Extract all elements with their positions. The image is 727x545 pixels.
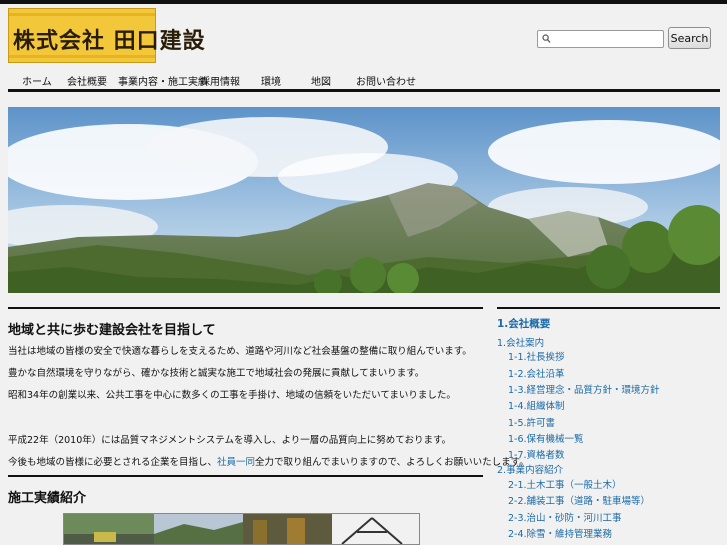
sidebar-item-license[interactable]: 1-5.許可書 [508, 415, 555, 429]
sidebar-item-snow[interactable]: 2-4.除雪・維持管理業務 [508, 526, 612, 540]
sidebar-item-history[interactable]: 1-2.会社沿革 [508, 366, 565, 380]
search-field[interactable] [537, 30, 664, 48]
sidebar-item-organization[interactable]: 1-4.組織体制 [508, 398, 565, 412]
work-photo[interactable] [332, 514, 420, 545]
nav-home[interactable]: ホーム [22, 73, 52, 88]
mountain-banner-image [8, 107, 720, 293]
search-button[interactable]: Search [668, 27, 711, 49]
magnifier-icon [542, 34, 551, 43]
sidebar-item-qualified[interactable]: 1-7.資格者数 [508, 447, 565, 461]
work-photo[interactable] [243, 514, 332, 545]
sidebar-item-policy[interactable]: 1-3.経営理念・品質方針・環境方針 [508, 382, 660, 396]
intro-paragraph-1: 当社は地域の皆様の安全で快適な暮らしを支えるため、道路や河川など社会基盤の整備に… [8, 346, 472, 357]
sidebar-item-company-guide[interactable]: 1.会社案内 [497, 335, 544, 349]
sidebar-item-business[interactable]: 2.事業内容紹介 [497, 462, 563, 476]
search-input[interactable] [554, 32, 660, 46]
nav-recruit[interactable]: 採用情報 [200, 73, 240, 88]
nav-environment[interactable]: 環境 [261, 73, 281, 88]
work-photo[interactable] [64, 514, 154, 545]
main-navigation: ホーム 会社概要 事業内容・施工実績 採用情報 環境 地図 お問い合わせ [8, 70, 720, 92]
company-logo[interactable]: 株式会社 田口建設 [8, 8, 205, 63]
sidebar-item-greeting[interactable]: 1-1.社長挨拶 [508, 349, 565, 363]
inline-link[interactable]: 社員一同 [217, 457, 255, 468]
intro-paragraph-2: 豊かな自然環境を守りながら、確かな技術と誠実な施工で地域社会の発展に貢献してまい… [8, 368, 425, 379]
section-title: 施工実績紹介 [8, 491, 87, 506]
sidebar-item-civil[interactable]: 2-1.土木工事（一般土木） [508, 477, 622, 491]
sidebar-item-erosion[interactable]: 2-3.治山・砂防・河川工事 [508, 510, 622, 524]
intro-paragraph-5: 今後も地域の皆様に必要とされる企業を目指し、社員一同全力で取り組んでまいりますの… [8, 454, 529, 468]
sidebar-heading[interactable]: 1.会社概要 [497, 316, 550, 331]
main-divider [8, 307, 483, 309]
nav-company[interactable]: 会社概要 [67, 73, 107, 88]
nav-contact[interactable]: お問い合わせ [356, 73, 416, 88]
intro-paragraph-3: 昭和34年の創業以来、公共工事を中心に数多くの工事を手掛け、地域の信頼をいただい… [8, 390, 456, 401]
works-photo-strip [63, 513, 420, 545]
section-divider [8, 475, 483, 477]
paragraph-text: 全力で取り組んでまいりますので、よろしくお願いいたします。 [255, 457, 529, 468]
sidebar-item-paving[interactable]: 2-2.舗装工事（道路・駐車場等） [508, 493, 650, 507]
nav-map[interactable]: 地図 [311, 73, 331, 88]
work-photo[interactable] [154, 514, 243, 545]
intro-paragraph-4: 平成22年（2010年）には品質マネジメントシステムを導入し、より一層の品質向上… [8, 435, 452, 446]
logo-text: 株式会社 田口建設 [13, 28, 206, 54]
top-border [0, 0, 727, 4]
paragraph-text: 今後も地域の皆様に必要とされる企業を目指し、 [8, 457, 218, 468]
sidebar-divider [497, 307, 720, 309]
sidebar-item-machinery[interactable]: 1-6.保有機械一覧 [508, 431, 584, 445]
page-title: 地域と共に歩む建設会社を目指して [8, 323, 216, 338]
nav-business[interactable]: 事業内容・施工実績 [118, 73, 208, 88]
